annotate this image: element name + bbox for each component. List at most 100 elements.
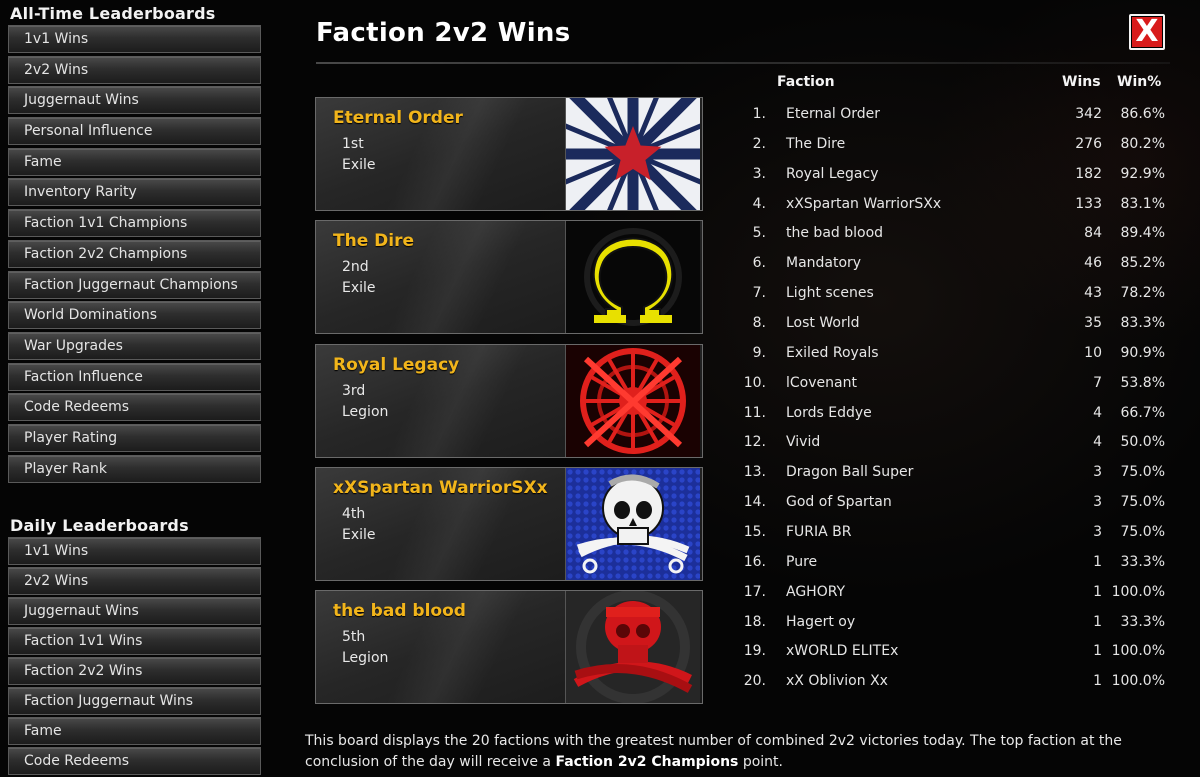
row-wins: 276 [1075,135,1102,152]
card-faction-name: Eternal Order [333,108,463,128]
card-rank: 2nd [342,259,369,275]
all-time-menu-item[interactable]: Faction Influence [8,362,261,391]
wins-column-header: Wins [1062,74,1101,90]
title-divider [316,62,1170,64]
card-faction-name: xXSpartan WarriorSXx [333,478,548,498]
win-percent-column-header: Win% [1117,74,1162,90]
all-time-menu: 1v1 Wins 2v2 Wins Juggernaut Wins Personal … [8,25,261,485]
daily-menu-item[interactable]: Fame [8,717,261,745]
row-win-percent: 53.8% [1120,374,1165,391]
all-time-menu-item[interactable]: Code Redeems [8,393,261,422]
table-row: 12. Vivid 4 50.0% [740,434,1170,456]
card-rank: 3rd [342,383,366,399]
top-faction-card[interactable]: xXSpartan WarriorSXx 4th Exile [315,467,703,581]
card-allegiance: Exile [342,527,376,543]
row-wins: 4 [1093,404,1102,421]
all-time-menu-item[interactable]: World Dominations [8,301,261,330]
all-time-menu-item[interactable]: Faction Juggernaut Champions [8,270,261,299]
all-time-menu-item[interactable]: Faction 2v2 Champions [8,239,261,268]
table-row: 14. God of Spartan 3 75.0% [740,494,1170,516]
table-row: 13. Dragon Ball Super 3 75.0% [740,464,1170,486]
all-time-section-title: All-Time Leaderboards [10,4,216,23]
row-faction: Lost World [786,315,860,331]
all-time-menu-item[interactable]: 1v1 Wins [8,25,261,53]
all-time-menu-item[interactable]: Fame [8,147,261,176]
row-rank: 3. [752,165,766,182]
top-faction-card[interactable]: Royal Legacy 3rd Legion [315,344,703,458]
row-win-percent: 33.3% [1120,553,1165,570]
daily-menu-item[interactable]: Faction 2v2 Wins [8,657,261,685]
daily-section-title: Daily Leaderboards [10,516,189,535]
row-faction: Exiled Royals [786,344,879,361]
all-time-menu-item[interactable]: 2v2 Wins [8,55,261,84]
all-time-menu-item[interactable]: Juggernaut Wins [8,86,261,115]
row-faction: Pure [786,553,818,570]
row-rank: 7. [752,285,766,302]
row-rank: 18. [743,613,766,630]
table-row: 8. Lost World 35 83.3% [740,315,1170,337]
card-rank: 5th [342,629,366,645]
all-time-menu-item[interactable]: Player Rank [8,454,261,483]
row-win-percent: 75.0% [1120,494,1165,511]
daily-menu-item[interactable]: Juggernaut Wins [8,597,261,625]
row-wins: 3 [1093,523,1102,540]
card-faction-name: the bad blood [333,601,466,621]
row-rank: 17. [743,583,766,600]
row-rank: 15. [743,523,766,540]
row-wins: 1 [1093,673,1102,690]
row-faction: Dragon Ball Super [786,464,914,481]
row-faction: Mandatory [786,255,862,272]
daily-menu-item[interactable]: Code Redeems [8,747,261,775]
top-faction-card[interactable]: Eternal Order 1st Exile [315,97,703,211]
row-wins: 46 [1084,255,1102,272]
row-win-percent: 92.9% [1120,165,1165,182]
card-faction-name: The Dire [333,231,414,251]
row-rank: 13. [743,464,766,481]
row-wins: 3 [1093,494,1102,511]
row-rank: 4. [752,195,766,212]
omega-emblem [565,221,701,333]
all-time-menu-item[interactable]: Faction 1v1 Champions [8,209,261,238]
table-row: 18. Hagert oy 1 33.3% [740,614,1170,636]
row-rank: 20. [743,673,766,690]
row-win-percent: 80.2% [1120,135,1165,152]
card-allegiance: Legion [342,404,389,420]
row-rank: 9. [752,344,766,361]
all-time-menu-item[interactable]: Inventory Rarity [8,178,261,207]
row-wins: 1 [1093,613,1102,630]
row-wins: 1 [1093,583,1102,600]
row-win-percent: 83.1% [1120,195,1165,212]
row-win-percent: 85.2% [1120,255,1165,272]
all-time-menu-item[interactable]: Personal Influence [8,117,261,146]
top-faction-card[interactable]: The Dire 2nd Exile [315,220,703,334]
table-row: 5. the bad blood 84 89.4% [740,225,1170,247]
card-allegiance: Exile [342,157,376,173]
row-faction: Light scenes [786,285,874,302]
row-win-percent: 66.7% [1120,404,1165,421]
daily-menu-item[interactable]: Faction Juggernaut Wins [8,687,261,715]
daily-menu-item[interactable]: 2v2 Wins [8,567,261,595]
all-time-menu-item[interactable]: War Upgrades [8,331,261,360]
row-faction: xX Oblivion Xx [786,673,888,690]
table-row: 1. Eternal Order 342 86.6% [740,106,1170,128]
all-time-menu-item[interactable]: Player Rating [8,423,261,452]
row-win-percent: 86.6% [1120,106,1165,122]
daily-menu-item[interactable]: Faction 1v1 Wins [8,627,261,655]
row-win-percent: 75.0% [1120,523,1165,540]
description-end: point. [738,754,783,770]
top-faction-card[interactable]: the bad blood 5th Legion [315,590,703,704]
row-win-percent: 89.4% [1120,225,1165,242]
row-faction: Royal Legacy [786,165,879,182]
row-faction: The Dire [786,135,846,152]
row-win-percent: 90.9% [1120,344,1165,361]
table-row: 4. xXSpartan WarriorSXx 133 83.1% [740,196,1170,218]
row-win-percent: 100.0% [1111,643,1165,660]
daily-menu-item[interactable]: 1v1 Wins [8,537,261,565]
row-faction: Lords Eddye [786,404,872,421]
table-row: 15. FURIA BR 3 75.0% [740,524,1170,546]
close-button[interactable]: X [1129,14,1165,50]
row-wins: 3 [1093,464,1102,481]
skull-crossed-swords-emblem [565,468,701,580]
card-rank: 4th [342,506,366,522]
card-allegiance: Legion [342,650,389,666]
